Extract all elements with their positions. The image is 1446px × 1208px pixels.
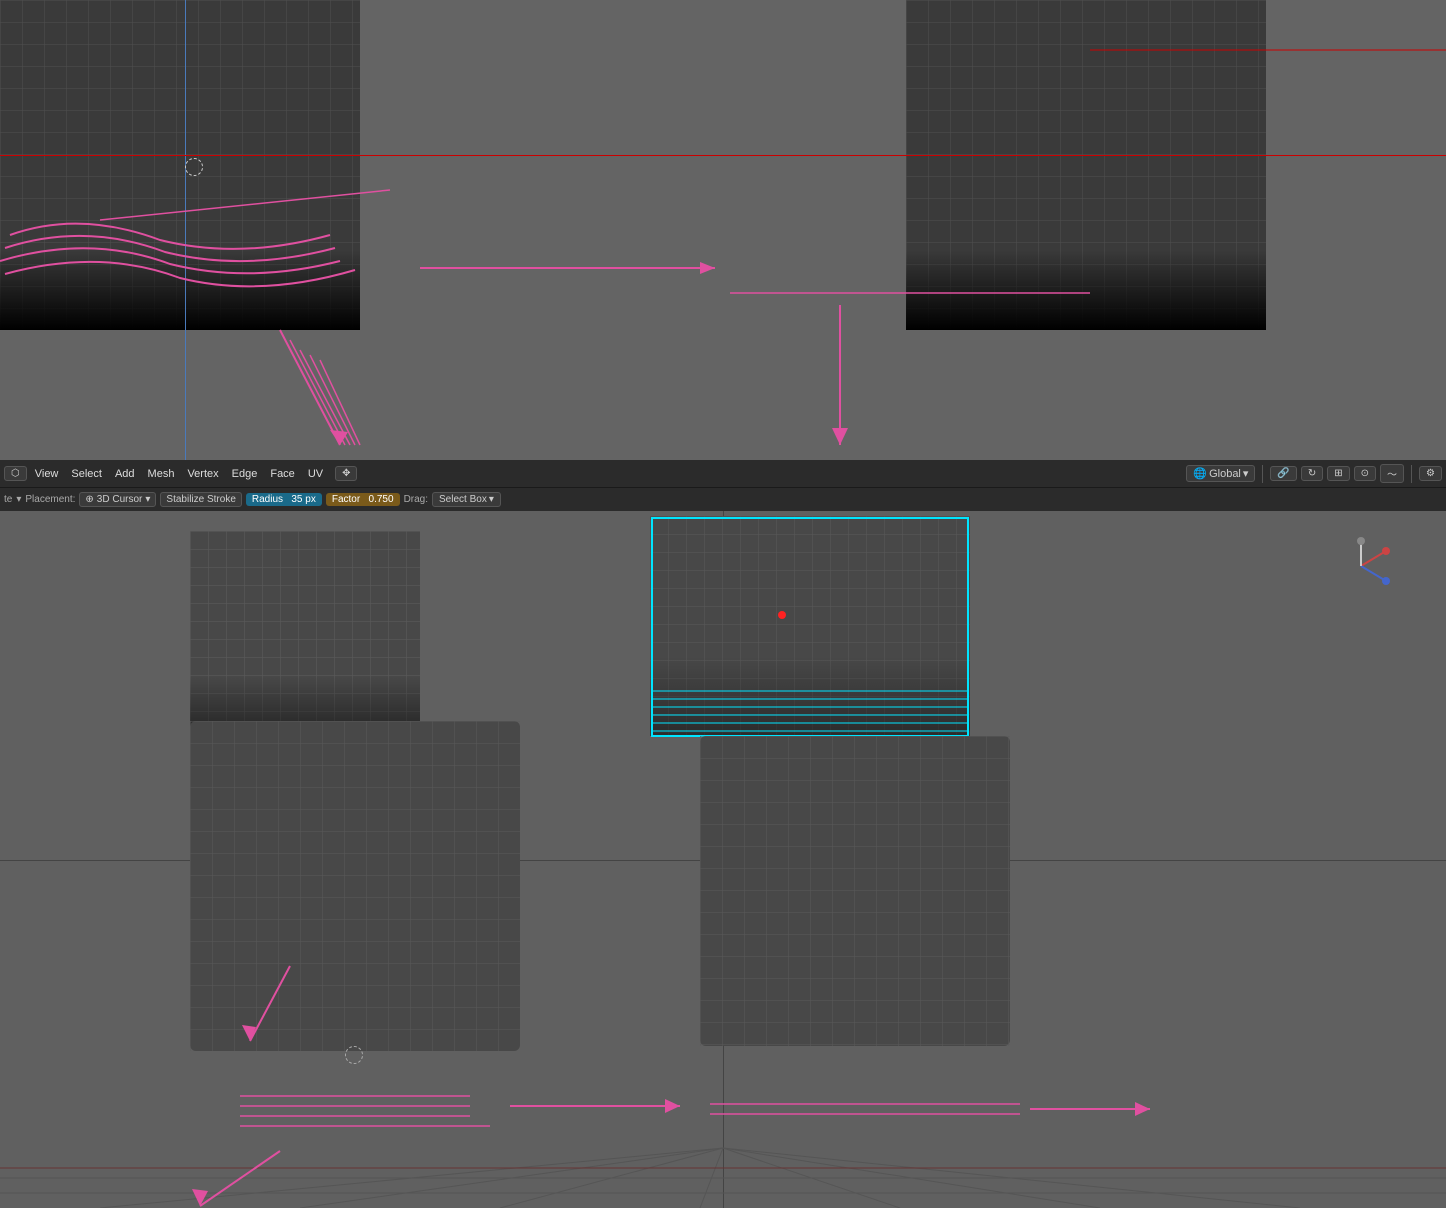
mesh-topleft bbox=[190, 531, 420, 736]
globe-icon: 🌐 bbox=[1193, 467, 1207, 480]
cursor-arrow: ▾ bbox=[145, 494, 150, 505]
edit-mode-label: te bbox=[4, 494, 12, 505]
mesh-botright bbox=[700, 736, 1010, 1046]
menu-face[interactable]: Face bbox=[264, 466, 300, 482]
radius-label: Radius bbox=[252, 494, 283, 505]
blue-guide-line bbox=[185, 0, 186, 460]
uv-gradient-left bbox=[0, 250, 360, 330]
global-label: Global bbox=[1209, 468, 1241, 480]
cursor-dropdown[interactable]: ⊕ 3D Cursor ▾ bbox=[79, 492, 156, 507]
main-toolbar: ⬡ View Select Add Mesh Vertex Edge Face … bbox=[0, 460, 1446, 487]
red-guide-line bbox=[0, 155, 1446, 156]
uv-gradient-right bbox=[906, 250, 1266, 330]
sep2 bbox=[1411, 465, 1412, 483]
dropdown-arrow: ▾ bbox=[1243, 467, 1249, 480]
dot-btn[interactable]: ⊙ bbox=[1354, 466, 1376, 481]
mode-dropdown[interactable]: ⬡ bbox=[4, 466, 27, 481]
mode-icon: ⬡ bbox=[11, 468, 20, 479]
uv-panel-right[interactable] bbox=[906, 0, 1266, 330]
wave-btn[interactable]: 〜 bbox=[1380, 464, 1404, 483]
select-box-label: Select Box bbox=[439, 494, 487, 505]
sep-dot: ▾ bbox=[16, 494, 21, 505]
red-dot-topright bbox=[778, 611, 786, 619]
global-dropdown[interactable]: 🌐 Global ▾ bbox=[1186, 465, 1255, 482]
stabilize-label: Stabilize Stroke bbox=[166, 494, 235, 505]
placement-label: Placement: bbox=[25, 494, 75, 505]
drag-label: Drag: bbox=[404, 494, 428, 505]
stabilize-dropdown[interactable]: Stabilize Stroke bbox=[160, 492, 241, 507]
menu-mesh[interactable]: Mesh bbox=[142, 466, 181, 482]
toolbar-right: 🌐 Global ▾ 🔗 ↻ ⊞ ⊙ 〜 ⚙ bbox=[1186, 464, 1442, 483]
uv-editor-section bbox=[0, 0, 1446, 460]
uv-panel-left[interactable] bbox=[0, 0, 360, 330]
radius-field[interactable]: Radius 35 px bbox=[246, 493, 322, 506]
cursor-circle-botleft bbox=[345, 1046, 363, 1064]
radius-value: 35 px bbox=[291, 494, 315, 505]
cursor-circle-left bbox=[185, 158, 203, 176]
factor-label: Factor bbox=[332, 494, 360, 505]
cursor-label: 3D Cursor bbox=[97, 494, 143, 505]
transform-btn[interactable]: ✥ bbox=[335, 466, 357, 481]
mesh-topright-container bbox=[650, 516, 980, 736]
menu-view[interactable]: View bbox=[29, 466, 65, 482]
menu-add[interactable]: Add bbox=[109, 466, 141, 482]
factor-field[interactable]: Factor 0.750 bbox=[326, 493, 400, 506]
cursor-icon: ⊕ bbox=[85, 494, 93, 505]
3d-viewport[interactable] bbox=[0, 511, 1446, 1208]
select-box-btn[interactable]: Select Box ▾ bbox=[432, 492, 501, 507]
settings-btn[interactable]: ⚙ bbox=[1419, 466, 1442, 481]
grid-btn[interactable]: ⊞ bbox=[1327, 466, 1349, 481]
menu-vertex[interactable]: Vertex bbox=[181, 466, 224, 482]
link-btn[interactable]: 🔗 bbox=[1270, 466, 1296, 481]
menu-uv[interactable]: UV bbox=[302, 466, 329, 482]
transform-icon: ✥ bbox=[342, 468, 350, 479]
select-box-arrow: ▾ bbox=[489, 494, 494, 505]
menu-edge[interactable]: Edge bbox=[226, 466, 264, 482]
factor-value: 0.750 bbox=[369, 494, 394, 505]
refresh-btn[interactable]: ↻ bbox=[1301, 466, 1323, 481]
mesh-botleft-container bbox=[190, 721, 530, 1061]
sep1 bbox=[1262, 465, 1263, 483]
settings-icon: ⚙ bbox=[1426, 468, 1435, 479]
mesh-topright bbox=[650, 516, 970, 736]
sub-toolbar: te ▾ Placement: ⊕ 3D Cursor ▾ Stabilize … bbox=[0, 487, 1446, 511]
mesh-botleft bbox=[190, 721, 520, 1051]
menu-bar: View Select Add Mesh Vertex Edge Face UV bbox=[29, 466, 329, 482]
axis-indicator bbox=[1331, 536, 1391, 596]
mesh-botright-container bbox=[700, 736, 1020, 1056]
menu-select[interactable]: Select bbox=[65, 466, 108, 482]
